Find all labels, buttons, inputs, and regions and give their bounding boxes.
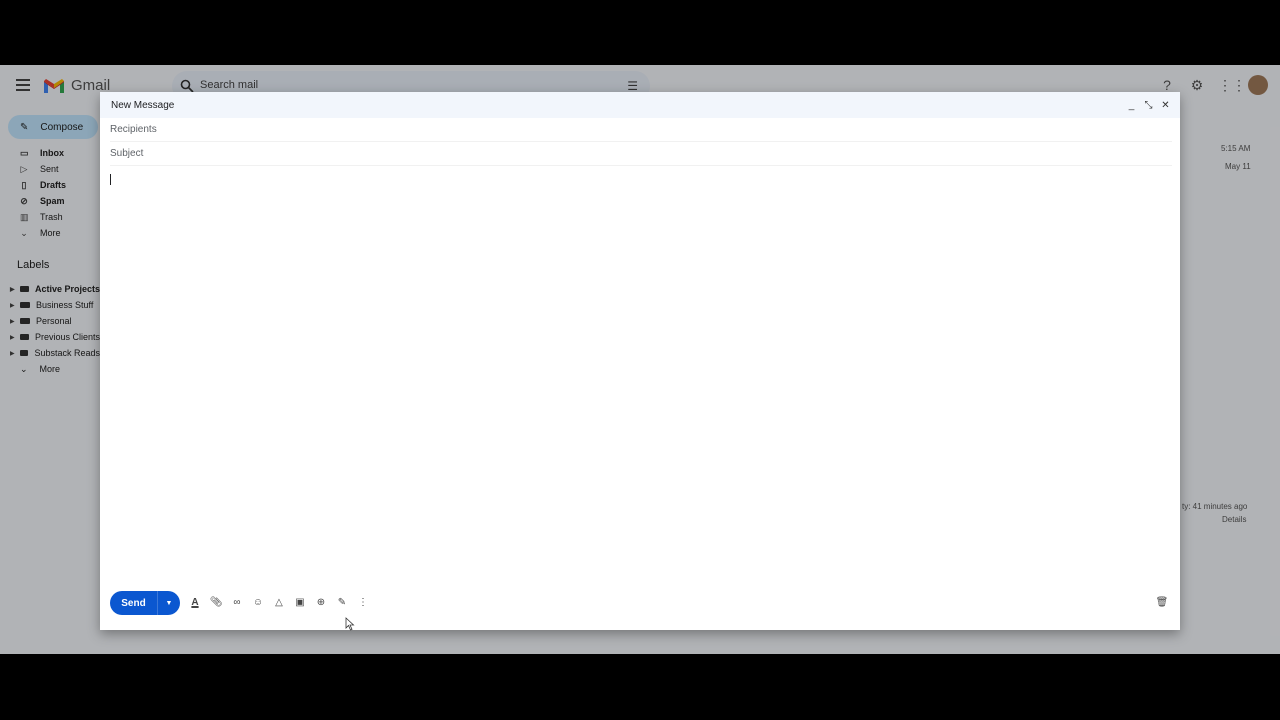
- sidebar-item-label: Drafts: [40, 180, 67, 190]
- label-tag-icon: [20, 302, 30, 308]
- insert-link-icon[interactable]: ∞: [230, 595, 244, 609]
- compose-button[interactable]: ✎ Compose: [8, 115, 98, 139]
- inbox-icon: ▭: [20, 147, 29, 158]
- formatting-options-icon[interactable]: A: [188, 595, 202, 609]
- expand-arrow-icon[interactable]: ▶: [10, 302, 15, 309]
- main-menu-icon[interactable]: [16, 79, 30, 91]
- spam-icon: ⊘: [20, 195, 28, 206]
- sidebar-item-label: Sent: [40, 164, 59, 174]
- avatar[interactable]: [1248, 75, 1268, 95]
- label-item[interactable]: ▶ Personal: [0, 313, 100, 329]
- label-name: Previous Clients: [34, 332, 100, 342]
- sidebar-item-label: Inbox: [40, 148, 64, 158]
- compose-title: New Message: [111, 99, 175, 111]
- google-drive-icon[interactable]: △: [272, 595, 286, 609]
- more-options-icon[interactable]: ⋮: [356, 595, 370, 609]
- schedule-send-dropdown[interactable]: ▼: [158, 591, 180, 615]
- discard-draft-icon[interactable]: 🗑︎: [1156, 595, 1169, 609]
- label-item[interactable]: ▶ Active Projects: [0, 281, 100, 297]
- send-button[interactable]: Send: [110, 591, 158, 615]
- chevron-down-icon: ⌄: [20, 363, 28, 374]
- insert-signature-icon[interactable]: ✎: [335, 595, 349, 609]
- draft-icon: ▯: [21, 179, 27, 190]
- label-item[interactable]: ▶ Previous Clients: [0, 329, 100, 345]
- compose-toolbar: Send ▼ A 📎︎ ∞ ☺ △ ▣ ⊕ ✎ ⋮ 🗑︎: [100, 586, 1180, 630]
- confidential-mode-icon[interactable]: ⊕: [314, 595, 328, 609]
- sidebar-item-label: Spam: [40, 196, 65, 206]
- label-name: Personal: [36, 316, 72, 326]
- label-tag-icon: [20, 286, 29, 292]
- gmail-m-icon: [43, 78, 65, 94]
- attach-file-icon[interactable]: 📎︎: [209, 595, 223, 609]
- expand-arrow-icon[interactable]: ▶: [10, 318, 15, 325]
- subject-row: [110, 142, 1172, 166]
- trash-icon: ▥: [20, 211, 29, 222]
- email-date: May 11: [1225, 162, 1251, 171]
- exit-fullscreen-icon[interactable]: ⤡: [1144, 100, 1153, 111]
- expand-arrow-icon[interactable]: ▶: [10, 350, 15, 357]
- label-name: Business Stuff: [36, 300, 94, 310]
- send-button-group: Send ▼: [110, 591, 180, 615]
- sidebar-item-sent[interactable]: ▷ Sent: [0, 161, 100, 177]
- insert-photo-icon[interactable]: ▣: [293, 595, 307, 609]
- compose-tools: A 📎︎ ∞ ☺ △ ▣ ⊕ ✎ ⋮: [188, 595, 370, 609]
- insert-emoji-icon[interactable]: ☺: [251, 595, 265, 609]
- expand-arrow-icon[interactable]: ▶: [10, 334, 15, 341]
- minimize-icon[interactable]: _: [1127, 100, 1136, 111]
- label-name: Active Projects: [34, 284, 100, 294]
- mouse-pointer-icon: [345, 617, 355, 631]
- label-item[interactable]: ▶ Business Stuff: [0, 297, 100, 313]
- account-activity: ty: 41 minutes ago: [1182, 502, 1248, 511]
- sidebar-item-label: Trash: [40, 212, 63, 222]
- sidebar-nav: ▭ Inbox ▷ Sent ▯ Drafts ⊘ Spam ▥ Trash ⌄…: [0, 145, 100, 241]
- expand-arrow-icon[interactable]: ▶: [10, 286, 15, 293]
- recipients-row: [110, 118, 1172, 142]
- send-icon: ▷: [20, 163, 28, 174]
- search-icon[interactable]: [180, 79, 194, 93]
- letterbox-top: [0, 0, 1280, 65]
- sidebar-item-label: More: [40, 228, 61, 238]
- label-name: Substack Reads: [34, 348, 100, 358]
- letterbox-bottom: [0, 654, 1280, 720]
- sidebar-item-spam[interactable]: ⊘ Spam: [0, 193, 100, 209]
- compose-label: Compose: [40, 121, 84, 133]
- label-tag-icon: [20, 350, 29, 356]
- recipients-input[interactable]: [110, 124, 1172, 135]
- label-name: More: [39, 364, 61, 374]
- chevron-down-icon: ⌄: [20, 227, 28, 238]
- search-options-icon[interactable]: ☰: [627, 79, 638, 93]
- subject-input[interactable]: [110, 148, 1172, 159]
- label-tag-icon: [20, 318, 30, 324]
- message-body[interactable]: [110, 172, 1170, 582]
- label-item[interactable]: ▶ Substack Reads: [0, 345, 100, 361]
- search-placeholder: Search mail: [200, 79, 259, 91]
- sidebar-item-more[interactable]: ⌄ More: [0, 225, 100, 241]
- sidebar-item-drafts[interactable]: ▯ Drafts: [0, 177, 100, 193]
- pencil-icon: ✎: [20, 121, 29, 133]
- sidebar-item-inbox[interactable]: ▭ Inbox: [0, 145, 100, 161]
- caret-down-icon: ▼: [165, 599, 173, 607]
- compose-window: New Message _ ⤡ ✕ Send ▼ A 📎︎ ∞ ☺ △ ▣ ⊕: [100, 92, 1180, 630]
- sidebar-item-trash[interactable]: ▥ Trash: [0, 209, 100, 225]
- labels-heading: Labels: [17, 259, 50, 271]
- labels-more[interactable]: ⌄ More: [0, 361, 100, 377]
- settings-gear-icon[interactable]: ⚙: [1188, 76, 1206, 94]
- labels-list: ▶ Active Projects ▶ Business Stuff ▶ Per…: [0, 281, 100, 377]
- compose-window-controls: _ ⤡ ✕: [1127, 100, 1170, 111]
- close-icon[interactable]: ✕: [1161, 100, 1170, 111]
- details-link[interactable]: Details: [1222, 515, 1246, 524]
- label-tag-icon: [20, 334, 29, 340]
- text-cursor: [110, 174, 111, 185]
- compose-header[interactable]: New Message _ ⤡ ✕: [100, 92, 1180, 118]
- email-time: 5:15 AM: [1221, 144, 1251, 153]
- apps-grid-icon[interactable]: ⋮⋮: [1218, 76, 1246, 94]
